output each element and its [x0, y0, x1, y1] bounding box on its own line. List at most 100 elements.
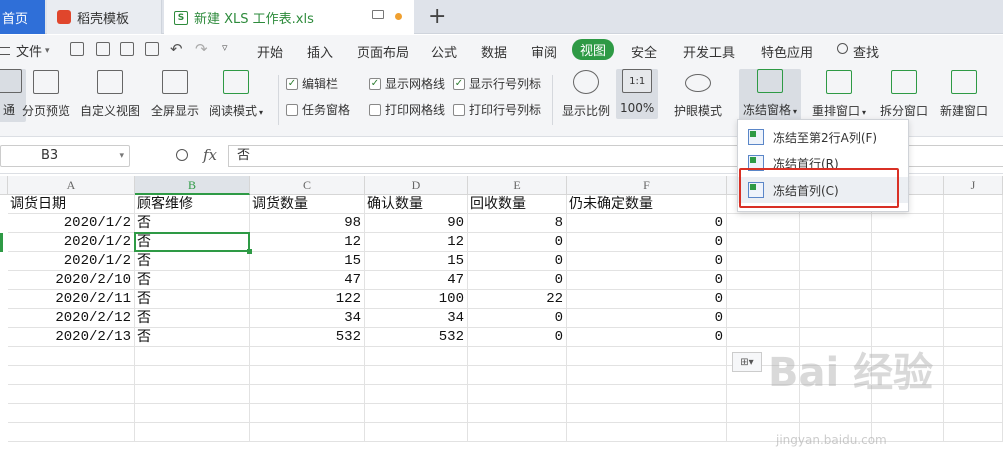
column-header-b[interactable]: B [135, 176, 250, 195]
menu-developer[interactable]: 开发工具 [683, 42, 735, 61]
page-break-preview-button[interactable]: 分页预览 [22, 70, 70, 119]
cell-f7[interactable]: 0 [567, 309, 727, 328]
cell-b9[interactable] [135, 347, 250, 366]
cell-a10[interactable] [8, 366, 135, 385]
cell-j4[interactable] [944, 252, 1003, 271]
cell-f3[interactable]: 0 [567, 233, 727, 252]
column-header-e[interactable]: E [468, 176, 567, 195]
cell-h2[interactable] [800, 214, 872, 233]
cell-g3[interactable] [727, 233, 800, 252]
arrange-windows-button[interactable]: 重排窗口 ▾ [812, 70, 866, 119]
cell-d13[interactable] [365, 423, 468, 442]
cell-b2[interactable]: 否 [135, 214, 250, 233]
cell-h7[interactable] [800, 309, 872, 328]
cell-d3[interactable]: 12 [365, 233, 468, 252]
cell-b7[interactable]: 否 [135, 309, 250, 328]
cell-j1[interactable] [944, 195, 1003, 214]
cell-d9[interactable] [365, 347, 468, 366]
cell-c5[interactable]: 47 [250, 271, 365, 290]
cell-c6[interactable]: 122 [250, 290, 365, 309]
cell-i6[interactable] [872, 290, 944, 309]
cell-b5[interactable]: 否 [135, 271, 250, 290]
cell-e1[interactable]: 回收数量 [468, 195, 567, 214]
menu-view[interactable]: 视图 [572, 39, 615, 60]
cell-h6[interactable] [800, 290, 872, 309]
split-window-button[interactable]: 拆分窗口 [880, 70, 928, 119]
show-headings-checkbox[interactable]: ✓ 显示行号列标 [453, 75, 541, 92]
cell-c10[interactable] [250, 366, 365, 385]
cell-f11[interactable] [567, 385, 727, 404]
column-header-d[interactable]: D [365, 176, 468, 195]
tab-file[interactable]: S 新建 XLS 工作表.xls [164, 0, 414, 35]
cell-i5[interactable] [872, 271, 944, 290]
cell-e6[interactable]: 22 [468, 290, 567, 309]
cell-c4[interactable]: 15 [250, 252, 365, 271]
cell-d5[interactable]: 47 [365, 271, 468, 290]
cell-b10[interactable] [135, 366, 250, 385]
cell-c8[interactable]: 532 [250, 328, 365, 347]
cell-f9[interactable] [567, 347, 727, 366]
cell-a11[interactable] [8, 385, 135, 404]
freeze-to-row2-colA-item[interactable]: 冻结至第2行A列(F) [738, 124, 908, 150]
cell-j12[interactable] [944, 404, 1003, 423]
cell-i7[interactable] [872, 309, 944, 328]
cell-a6[interactable]: 2020/2/11 [8, 290, 135, 309]
cell-a5[interactable]: 2020/2/10 [8, 271, 135, 290]
cell-e8[interactable]: 0 [468, 328, 567, 347]
cell-c2[interactable]: 98 [250, 214, 365, 233]
column-header-j[interactable]: J [944, 176, 1003, 195]
cell-h4[interactable] [800, 252, 872, 271]
file-menu[interactable]: 文件 ▾ [0, 41, 50, 60]
cell-d10[interactable] [365, 366, 468, 385]
cell-e9[interactable] [468, 347, 567, 366]
new-window-button[interactable]: 新建窗口 [940, 70, 988, 119]
cell-g7[interactable] [727, 309, 800, 328]
menu-features[interactable]: 特色应用 [761, 42, 813, 61]
undo-icon[interactable]: ↶ [170, 40, 183, 58]
cell-f5[interactable]: 0 [567, 271, 727, 290]
cell-e4[interactable]: 0 [468, 252, 567, 271]
cell-d2[interactable]: 90 [365, 214, 468, 233]
menu-start[interactable]: 开始 [257, 42, 283, 61]
tab-home[interactable]: 首页 [0, 0, 45, 34]
export-icon[interactable] [96, 42, 110, 56]
cell-b8[interactable]: 否 [135, 328, 250, 347]
redo-icon[interactable]: ↷ [195, 40, 208, 58]
fill-handle[interactable] [247, 249, 252, 254]
cell-j3[interactable] [944, 233, 1003, 252]
column-header-a[interactable]: A [8, 176, 135, 195]
cell-c3[interactable]: 12 [250, 233, 365, 252]
zoom-icon[interactable] [176, 149, 188, 161]
formula-bar-checkbox[interactable]: ✓ 编辑栏 [286, 75, 338, 92]
reading-mode-button[interactable]: 阅读模式 ▾ [209, 70, 263, 119]
cell-h5[interactable] [800, 271, 872, 290]
menu-security[interactable]: 安全 [631, 42, 657, 61]
cell-f4[interactable]: 0 [567, 252, 727, 271]
cell-b6[interactable]: 否 [135, 290, 250, 309]
save-icon[interactable] [70, 42, 84, 56]
cell-a7[interactable]: 2020/2/12 [8, 309, 135, 328]
cell-e10[interactable] [468, 366, 567, 385]
print-icon[interactable] [120, 42, 134, 56]
cell-f6[interactable]: 0 [567, 290, 727, 309]
cell-d8[interactable]: 532 [365, 328, 468, 347]
cell-i2[interactable] [872, 214, 944, 233]
cell-j6[interactable] [944, 290, 1003, 309]
cell-e5[interactable]: 0 [468, 271, 567, 290]
cell-f1[interactable]: 仍未确定数量 [567, 195, 727, 214]
cell-a2[interactable]: 2020/1/2 [8, 214, 135, 233]
cell-j7[interactable] [944, 309, 1003, 328]
quick-access-dropdown-icon[interactable]: ▿ [222, 41, 228, 54]
cell-d6[interactable]: 100 [365, 290, 468, 309]
cell-j2[interactable] [944, 214, 1003, 233]
cell-a3[interactable]: 2020/1/2 [8, 233, 135, 252]
cell-f10[interactable] [567, 366, 727, 385]
cell-e2[interactable]: 8 [468, 214, 567, 233]
monitor-icon[interactable] [372, 10, 384, 19]
cell-i12[interactable] [872, 404, 944, 423]
cell-f13[interactable] [567, 423, 727, 442]
cell-g6[interactable] [727, 290, 800, 309]
zoom-button[interactable]: 显示比例 [562, 70, 610, 119]
cell-h12[interactable] [800, 404, 872, 423]
cell-e3[interactable]: 0 [468, 233, 567, 252]
